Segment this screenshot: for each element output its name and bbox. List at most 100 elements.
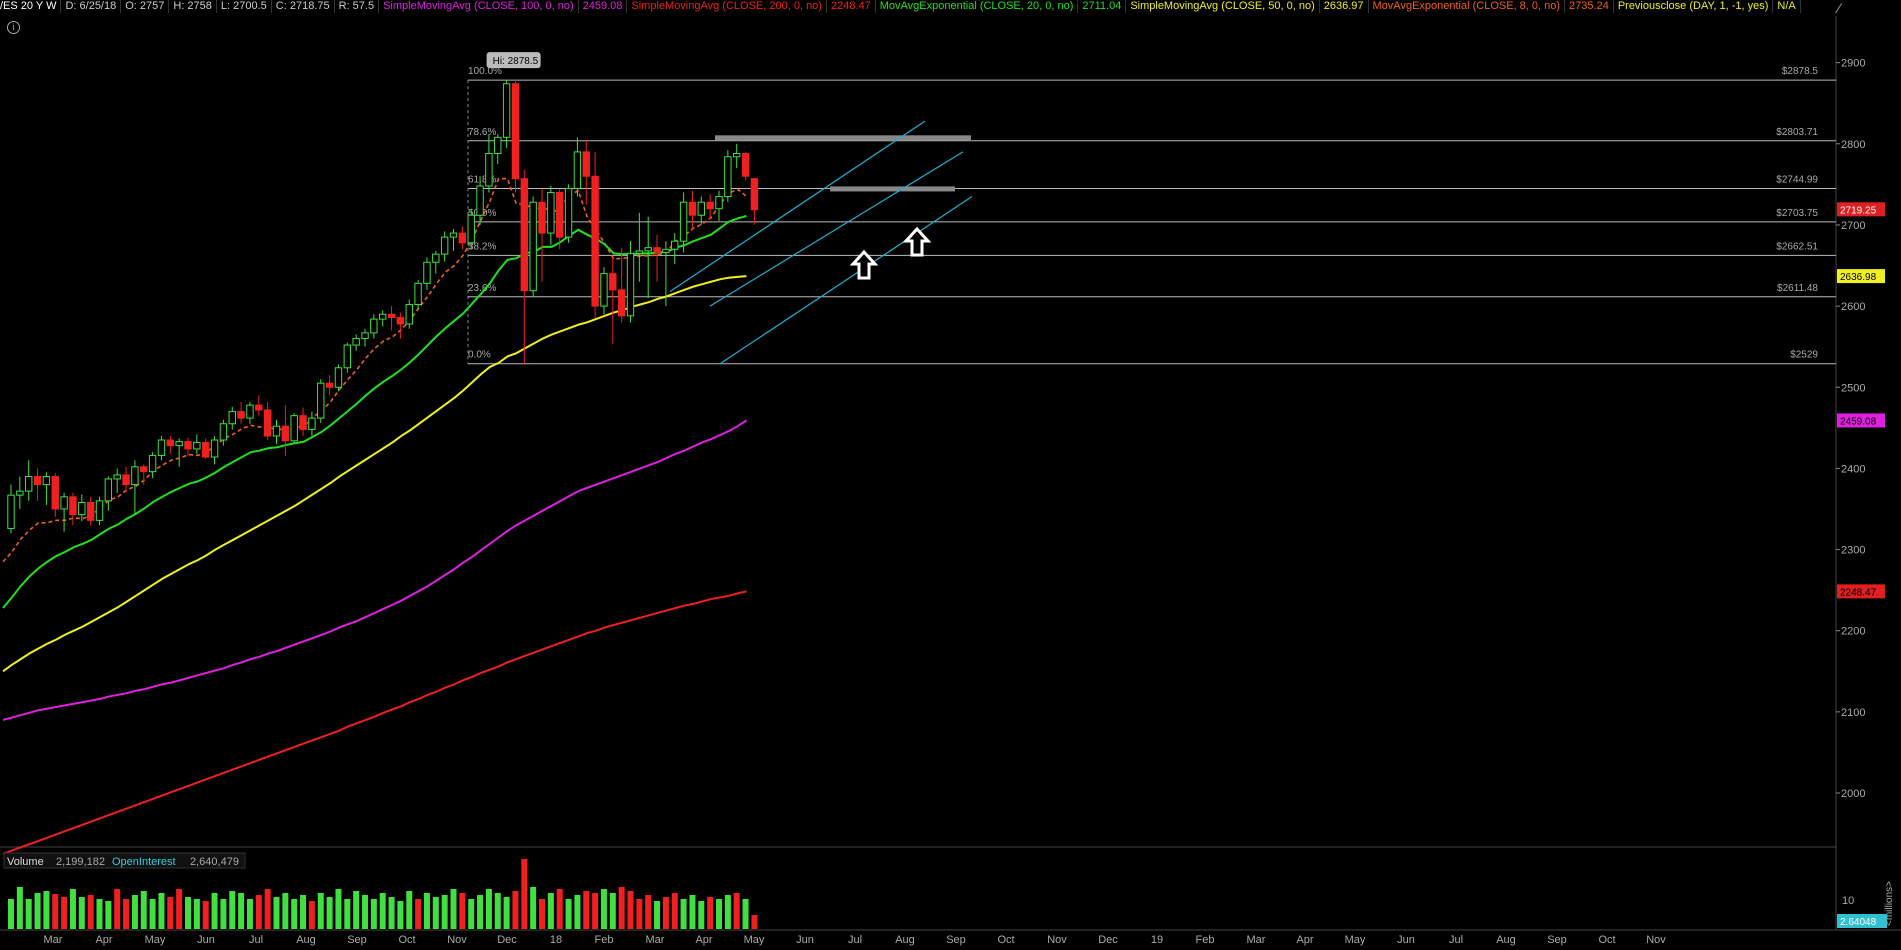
candle-body[interactable]: [325, 382, 334, 388]
volume-bar: [600, 889, 607, 929]
candle-body[interactable]: [520, 178, 528, 292]
volume-bar: [636, 899, 643, 929]
volume-bar: [662, 897, 669, 929]
volume-bar: [140, 891, 147, 929]
x-axis-label: Jun: [197, 934, 215, 946]
volume-bar: [680, 899, 687, 929]
candle-body[interactable]: [724, 156, 732, 198]
price-badge-label: 2636.98: [1840, 272, 1877, 283]
candle-body[interactable]: [281, 425, 290, 442]
candle-body[interactable]: [467, 214, 475, 244]
candle-body[interactable]: [148, 454, 157, 473]
candle-body[interactable]: [193, 441, 201, 450]
candle-body[interactable]: [635, 250, 644, 254]
candle-body[interactable]: [237, 411, 245, 419]
candle-body[interactable]: [228, 411, 236, 425]
candle-body[interactable]: [556, 191, 564, 238]
candle-body[interactable]: [140, 466, 148, 473]
candle-body[interactable]: [86, 501, 95, 521]
candle-body[interactable]: [396, 316, 405, 325]
candle-body[interactable]: [582, 151, 590, 177]
candle-body[interactable]: [352, 338, 360, 346]
candle-body[interactable]: [529, 201, 537, 292]
candle-body[interactable]: [653, 247, 661, 254]
volume-bar: [698, 901, 705, 929]
candle-body[interactable]: [308, 417, 316, 430]
candle-body[interactable]: [476, 185, 484, 216]
candle-body[interactable]: [449, 232, 458, 238]
candle-body[interactable]: [113, 474, 121, 480]
candle-body[interactable]: [671, 240, 679, 250]
candle-body[interactable]: [688, 201, 697, 216]
candle-body[interactable]: [706, 201, 714, 210]
candle-body[interactable]: [122, 474, 130, 486]
candle-body[interactable]: [78, 501, 86, 516]
candle-body[interactable]: [617, 289, 626, 317]
candle-body[interactable]: [69, 496, 77, 516]
candle-body[interactable]: [423, 261, 431, 284]
candle-body[interactable]: [175, 441, 183, 447]
resistance-zone[interactable]: [830, 186, 955, 192]
candle-body[interactable]: [95, 500, 104, 521]
candle-body[interactable]: [317, 382, 325, 419]
candle-body[interactable]: [733, 153, 741, 158]
candle-body[interactable]: [157, 439, 166, 456]
candle-body[interactable]: [511, 83, 520, 180]
candle-body[interactable]: [750, 178, 759, 211]
candle-body[interactable]: [184, 441, 192, 450]
candle-body[interactable]: [494, 136, 502, 155]
candle-body[interactable]: [166, 439, 175, 447]
candle-body[interactable]: [564, 187, 573, 238]
candle-body[interactable]: [379, 313, 387, 320]
candle-body[interactable]: [299, 415, 307, 430]
candle-body[interactable]: [343, 344, 352, 369]
candle-body[interactable]: [290, 415, 298, 442]
candle-body[interactable]: [272, 425, 281, 437]
x-axis-label: Sep: [1547, 934, 1567, 946]
candle-body[interactable]: [334, 367, 343, 388]
candle-body[interactable]: [591, 175, 599, 307]
candle-body[interactable]: [25, 476, 33, 492]
candle-body[interactable]: [414, 282, 422, 305]
candle-body[interactable]: [33, 476, 42, 486]
candle-body[interactable]: [60, 496, 68, 510]
candle-body[interactable]: [600, 273, 608, 307]
candle-body[interactable]: [246, 404, 254, 419]
candle-body[interactable]: [440, 236, 449, 255]
candle-body[interactable]: [573, 151, 582, 189]
volume-bar: [574, 895, 581, 929]
candle-body[interactable]: [7, 494, 15, 529]
candle-body[interactable]: [538, 201, 546, 234]
candle-body[interactable]: [609, 273, 617, 291]
candle-body[interactable]: [219, 423, 228, 441]
candle-body[interactable]: [626, 252, 635, 317]
candle-body[interactable]: [202, 441, 210, 458]
candle-body[interactable]: [644, 247, 652, 252]
candle-body[interactable]: [361, 332, 369, 340]
candle-body[interactable]: [16, 490, 24, 496]
candle-body[interactable]: [547, 191, 555, 234]
volume-bar: [415, 899, 422, 929]
candle-body[interactable]: [485, 153, 493, 187]
resistance-zone[interactable]: [715, 135, 971, 141]
candle-body[interactable]: [104, 478, 113, 502]
candle-body[interactable]: [405, 303, 413, 325]
candle-body[interactable]: [697, 201, 705, 216]
candle-body[interactable]: [131, 466, 139, 486]
candle-body[interactable]: [741, 153, 750, 177]
candle-body[interactable]: [662, 248, 670, 254]
candle-body[interactable]: [458, 232, 467, 244]
candle-body[interactable]: [432, 253, 440, 263]
candle-body[interactable]: [255, 404, 263, 411]
candle-body[interactable]: [370, 318, 378, 334]
price-chart[interactable]: 2000 2100 2200 2300 2400 2500 2600 2700 2800 2900…: [0, 0, 1901, 950]
fib-level-pct: 0.0%: [468, 350, 491, 361]
candle-body[interactable]: [715, 196, 723, 210]
candle-body[interactable]: [387, 313, 396, 318]
candle-body[interactable]: [502, 83, 511, 138]
candle-body[interactable]: [210, 439, 219, 458]
candle-body[interactable]: [51, 476, 59, 510]
candle-body[interactable]: [42, 476, 51, 486]
candle-body[interactable]: [679, 201, 688, 242]
candle-body[interactable]: [263, 409, 272, 437]
